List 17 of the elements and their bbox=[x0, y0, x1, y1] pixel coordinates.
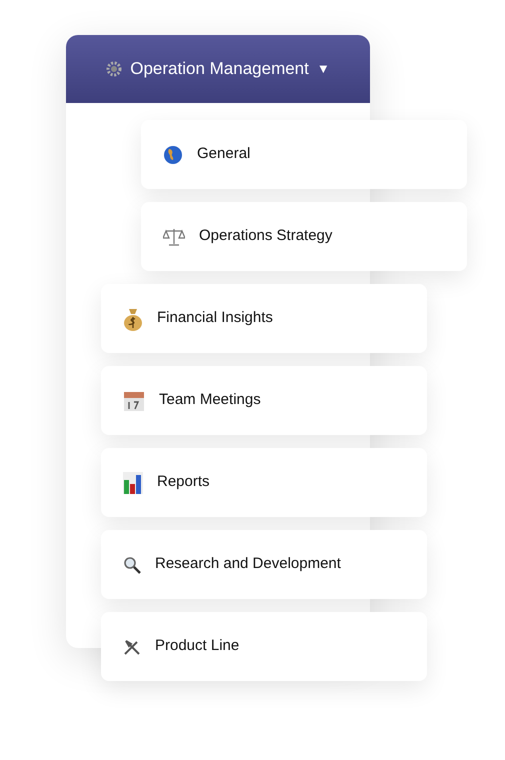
money-bag-icon bbox=[123, 306, 143, 330]
menu-item[interactable]: Team Meetings bbox=[101, 366, 427, 435]
gear-icon bbox=[106, 61, 122, 77]
menu-item[interactable]: Research and Development bbox=[101, 530, 427, 599]
tools-icon bbox=[123, 638, 141, 656]
caret-icon: ▼ bbox=[316, 59, 330, 79]
scales-icon bbox=[163, 226, 185, 246]
globe-icon bbox=[163, 144, 183, 164]
menu-item[interactable]: Product Line bbox=[101, 612, 427, 681]
menu-item[interactable]: Financial Insights bbox=[101, 284, 427, 353]
calendar-icon bbox=[123, 390, 145, 412]
menu-item[interactable]: General bbox=[141, 120, 467, 189]
magnifier-icon bbox=[123, 556, 141, 574]
menu-item[interactable]: Reports bbox=[101, 448, 427, 517]
bar-chart-icon bbox=[123, 472, 143, 494]
menu-item[interactable]: Operations Strategy bbox=[141, 202, 467, 271]
menu-header[interactable]: Operation Management ▼ bbox=[66, 35, 370, 103]
